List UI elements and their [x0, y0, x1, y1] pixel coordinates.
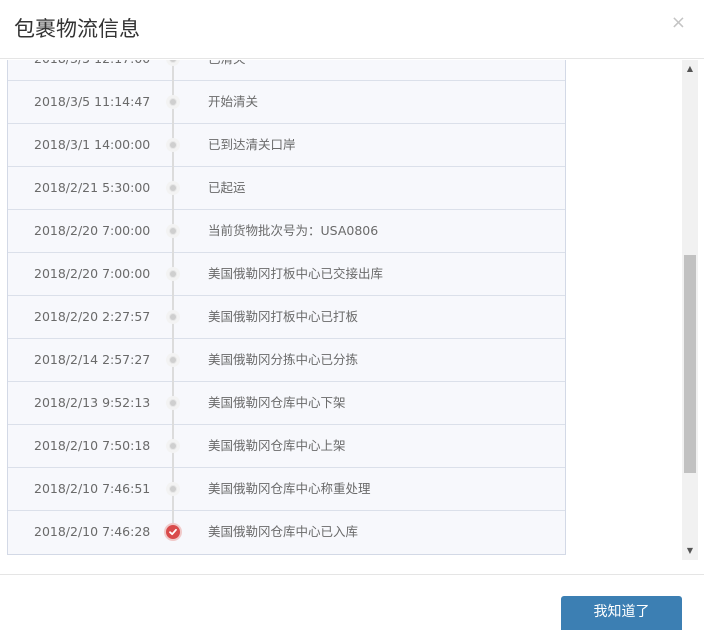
timeline-status: 当前货物批次号为：USA0806: [208, 223, 379, 238]
timeline-row: 2018/2/10 7:46:28 美国俄勒冈仓库中心已入库: [8, 511, 565, 554]
timeline-time: 2018/2/10 7:46:28: [34, 524, 151, 539]
timeline-dot-icon: [166, 439, 180, 453]
scroll-thumb[interactable]: [684, 255, 696, 473]
timeline-status: 美国俄勒冈分拣中心已分拣: [208, 352, 359, 367]
timeline-row: 2018/2/20 2:27:57 美国俄勒冈打板中心已打板: [8, 296, 565, 339]
timeline-dot-icon: [166, 138, 180, 152]
timeline-status: 美国俄勒冈仓库中心上架: [208, 438, 346, 453]
timeline-row: 2018/3/5 12:17:00 已清关: [8, 60, 565, 81]
tracking-timeline: 2018/3/5 12:17:00 已清关 2018/3/5 11:14:47 开始清…: [7, 60, 566, 555]
timeline-row: 2018/3/5 11:14:47 开始清关: [8, 81, 565, 124]
timeline-status: 美国俄勒冈仓库中心下架: [208, 395, 346, 410]
timeline-status: 美国俄勒冈打板中心已交接出库: [208, 266, 384, 281]
timeline-time: 2018/3/5 11:14:47: [34, 94, 151, 109]
timeline-row: 2018/2/20 7:00:00 美国俄勒冈打板中心已交接出库: [8, 253, 565, 296]
acknowledge-button[interactable]: 我知道了: [561, 596, 682, 630]
timeline-time: 2018/3/1 14:00:00: [34, 137, 151, 152]
modal-body[interactable]: 2018/3/5 12:17:00 已清关 2018/3/5 11:14:47 开始清…: [0, 60, 704, 574]
timeline-status: 开始清关: [208, 94, 259, 109]
timeline-row: 2018/2/10 7:46:51 美国俄勒冈仓库中心称重处理: [8, 468, 565, 511]
modal-title: 包裹物流信息: [14, 17, 140, 41]
timeline-time: 2018/2/20 7:00:00: [34, 223, 151, 238]
timeline-row: 2018/2/10 7:50:18 美国俄勒冈仓库中心上架: [8, 425, 565, 468]
timeline-dot-icon: [166, 482, 180, 496]
timeline-status: 美国俄勒冈仓库中心已入库: [208, 524, 359, 539]
timeline-time: 2018/2/20 7:00:00: [34, 266, 151, 281]
timeline-dot-icon: [166, 95, 180, 109]
timeline-dot-icon: [166, 396, 180, 410]
timeline-time: 2018/2/14 2:57:27: [34, 352, 151, 367]
timeline-time: 2018/2/10 7:46:51: [34, 481, 151, 496]
modal-header: 包裹物流信息 ×: [0, 0, 704, 59]
timeline-time: 2018/2/10 7:50:18: [34, 438, 151, 453]
timeline-row: 2018/2/21 5:30:00 已起运: [8, 167, 565, 210]
timeline-dot-icon: [166, 310, 180, 324]
scroll-up-arrow[interactable]: ▲: [682, 62, 698, 76]
check-icon: [164, 523, 182, 541]
timeline-dot-icon: [166, 60, 180, 66]
timeline-row: 2018/2/13 9:52:13 美国俄勒冈仓库中心下架: [8, 382, 565, 425]
timeline-status: 美国俄勒冈打板中心已打板: [208, 309, 359, 324]
timeline-time: 2018/2/13 9:52:13: [34, 395, 151, 410]
timeline-dot-icon: [166, 267, 180, 281]
vertical-scrollbar[interactable]: ▲ ▼: [682, 60, 698, 560]
scroll-down-arrow[interactable]: ▼: [682, 544, 698, 558]
timeline-row: 2018/2/14 2:57:27 美国俄勒冈分拣中心已分拣: [8, 339, 565, 382]
timeline-time: 2018/2/20 2:27:57: [34, 309, 151, 324]
modal-footer: 我知道了: [0, 574, 704, 630]
timeline-dot-icon: [166, 181, 180, 195]
close-icon[interactable]: ×: [671, 12, 686, 34]
timeline-status: 已起运: [208, 180, 246, 195]
timeline-status: 已清关: [208, 60, 246, 80]
timeline-status: 已到达清关口岸: [208, 137, 296, 152]
timeline-status: 美国俄勒冈仓库中心称重处理: [208, 481, 371, 496]
timeline-dot-icon: [166, 224, 180, 238]
timeline-time: 2018/2/21 5:30:00: [34, 180, 151, 195]
timeline-time: 2018/3/5 12:17:00: [34, 60, 150, 80]
timeline-row: 2018/3/1 14:00:00 已到达清关口岸: [8, 124, 565, 167]
timeline-row: 2018/2/20 7:00:00 当前货物批次号为：USA0806: [8, 210, 565, 253]
timeline-dot-icon: [166, 353, 180, 367]
